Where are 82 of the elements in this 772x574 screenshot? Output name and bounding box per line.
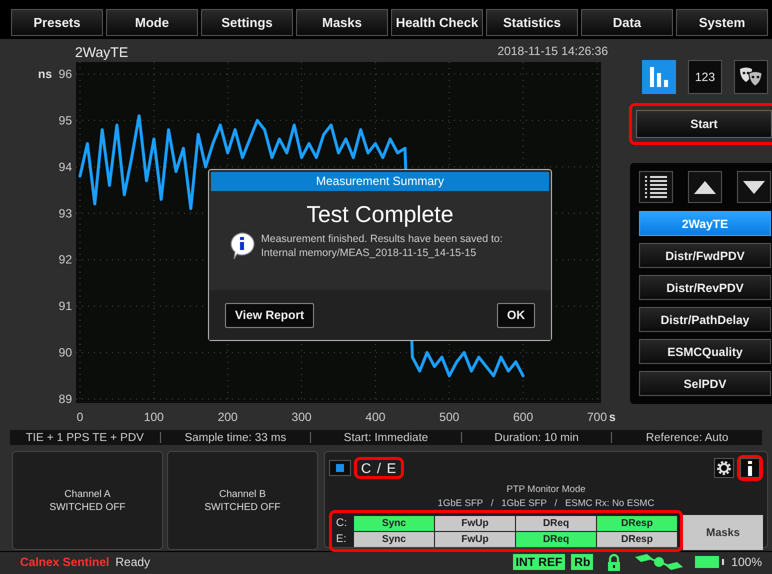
message-indicator: Sync <box>354 532 434 547</box>
down-arrow-icon <box>743 180 765 194</box>
satellite-icon <box>633 553 686 572</box>
up-arrow-icon <box>694 180 716 194</box>
settings-icon <box>716 460 732 476</box>
y-tick-label: 92 <box>58 252 72 267</box>
status-badge: Rb <box>571 554 594 570</box>
x-tick-label: 600 <box>513 410 534 424</box>
x-tick-label: 300 <box>292 410 312 424</box>
info-icon <box>747 460 753 476</box>
chart-title: 2WayTE <box>75 44 128 60</box>
y-tick-label: 95 <box>58 113 72 128</box>
channel-status: Channel B SWITCHED OFF <box>167 451 318 550</box>
lock-icon <box>607 554 622 571</box>
menu-button[interactable]: Data <box>581 9 673 36</box>
down-button[interactable] <box>737 171 771 203</box>
view-button[interactable]: 123 <box>688 60 722 94</box>
x-tick-label: 700 <box>586 410 608 424</box>
list-icon <box>644 175 668 199</box>
port-label: C / E <box>354 457 404 480</box>
measurement-item[interactable]: Distr/RevPDV <box>639 275 771 300</box>
status-text: Ready <box>115 555 150 570</box>
x-tick-label: 200 <box>218 410 238 424</box>
battery-icon <box>695 556 726 568</box>
status-badge: INT REF <box>512 554 566 570</box>
measurement-item[interactable]: SelPDV <box>639 371 771 396</box>
info-text: TIE + 1 PPS TE + PDV <box>24 432 145 444</box>
x-tick-label: 500 <box>439 410 460 424</box>
message-indicator: FwUp <box>435 532 515 547</box>
dialog-button[interactable]: OK <box>497 302 535 328</box>
y-axis-unit: ns <box>38 67 52 81</box>
menu-button[interactable]: Statistics <box>486 9 578 36</box>
dialog-message: Measurement finished. Results have been saved to: Internal memory/MEAS_2018-11-15_14-15-15 <box>261 232 503 260</box>
info-text: Start: Immediate <box>342 432 430 444</box>
measurement-item[interactable]: Distr/PathDelay <box>639 307 771 332</box>
y-tick-label: 90 <box>58 346 72 360</box>
start-button[interactable]: Start <box>636 110 772 138</box>
interface-text: 1GbE SFP / 1GbE SFP / ESMC Rx: No ESMC <box>436 498 656 510</box>
channel-status: Channel A SWITCHED OFF <box>12 451 163 550</box>
menu-button[interactable]: Health Check <box>391 9 483 36</box>
y-tick-label: 94 <box>58 160 72 174</box>
bar-chart-icon <box>649 66 669 88</box>
x-tick-label: 0 <box>76 410 84 424</box>
info-text: Sample time: 33 ms <box>184 432 288 444</box>
dialog-button[interactable]: View Report <box>225 302 314 328</box>
view-button[interactable] <box>734 60 768 94</box>
up-button[interactable] <box>688 171 722 203</box>
menu-button[interactable]: Presets <box>11 9 103 36</box>
message-indicator: DResp <box>597 516 677 531</box>
y-tick-label: 91 <box>58 299 72 314</box>
message-indicator: Sync <box>354 516 434 531</box>
info-text: Duration: 10 min <box>493 432 580 444</box>
y-tick-label: 96 <box>58 67 72 81</box>
x-tick-label: 400 <box>365 410 386 424</box>
message-indicator: DReq <box>516 532 596 547</box>
dialog-heading: Test Complete <box>305 201 454 228</box>
row-label: C: <box>335 517 348 530</box>
menu-button[interactable]: Masks <box>296 9 388 36</box>
masks-button[interactable]: Masks <box>683 515 763 550</box>
x-axis-unit: s <box>609 410 616 424</box>
y-tick-label: 93 <box>58 206 72 220</box>
y-tick-label: 89 <box>58 392 72 406</box>
list-button[interactable] <box>639 171 673 203</box>
dialog-title: Measurement Summary <box>211 172 549 191</box>
timestamp: 2018-11-15 14:26:36 <box>497 44 608 60</box>
row-label: E: <box>335 533 348 546</box>
message-indicator: FwUp <box>435 516 515 531</box>
color-button[interactable] <box>329 460 351 476</box>
message-indicator: DReq <box>516 516 596 531</box>
measurement-item[interactable]: ESMCQuality <box>639 339 771 364</box>
message-indicator: DResp <box>597 532 677 547</box>
x-tick-label: 100 <box>144 410 164 424</box>
measurement-item[interactable]: Distr/FwdPDV <box>639 243 771 268</box>
mode-text: PTP Monitor Mode <box>505 484 587 496</box>
menu-button[interactable]: Settings <box>201 9 293 36</box>
info-text: Reference: Auto <box>644 432 730 444</box>
brand-name: Calnex Sentinel <box>20 555 110 570</box>
menu-button[interactable]: System <box>676 9 768 36</box>
menu-button[interactable]: Mode <box>106 9 198 36</box>
battery-percent: 100% <box>731 555 762 570</box>
settings-button[interactable] <box>714 458 734 478</box>
theater-masks-icon <box>738 66 764 88</box>
